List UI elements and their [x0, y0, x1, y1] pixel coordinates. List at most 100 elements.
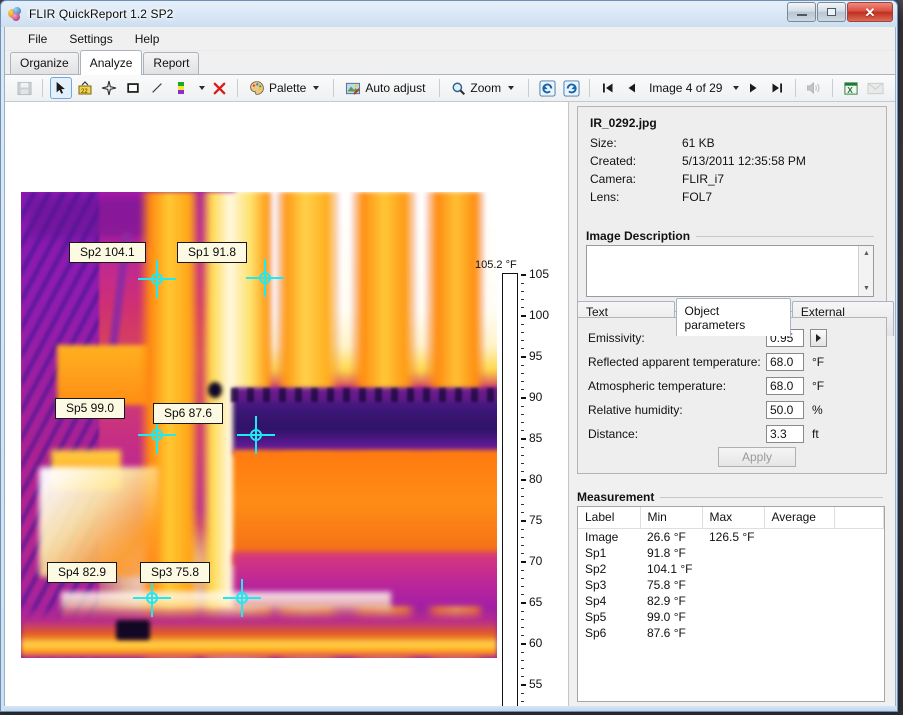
previous-image-button[interactable] — [621, 77, 643, 99]
cell-min: 91.8 °F — [640, 545, 702, 561]
zoom-button[interactable]: Zoom — [447, 77, 521, 99]
next-image-button[interactable] — [742, 77, 764, 99]
scale-tick: 65 — [529, 595, 543, 609]
email-button[interactable] — [864, 77, 886, 99]
toolbar-separator — [795, 79, 797, 97]
menu-help[interactable]: Help — [124, 29, 171, 49]
spot-marker-sp6[interactable] — [237, 416, 275, 454]
relative-humidity-input[interactable] — [766, 401, 804, 419]
excel-export-button[interactable]: X — [840, 77, 862, 99]
right-panel: IR_0292.jpg Size: 61 KB Created: 5/13/20… — [568, 102, 895, 709]
apply-button[interactable]: Apply — [718, 447, 796, 467]
cell-extra — [834, 593, 884, 609]
section-divider — [693, 236, 874, 237]
scroll-up-icon[interactable]: ▲ — [859, 246, 874, 261]
image-description-input[interactable]: ▲ ▼ — [586, 245, 874, 297]
title-bar[interactable]: FLIR QuickReport 1.2 SP2 ✕ — [1, 1, 897, 27]
spot-label-sp1[interactable]: Sp1 91.8 — [177, 242, 248, 263]
tab-object-parameters[interactable]: Object parameters — [675, 298, 791, 336]
isotherm-tool-button[interactable] — [170, 77, 192, 99]
cell-extra — [834, 545, 884, 561]
cell-min: 82.9 °F — [640, 593, 702, 609]
pointer-tool-button[interactable] — [50, 77, 72, 99]
column-header-label[interactable]: Label — [578, 507, 641, 529]
cell-label: Sp4 — [578, 593, 640, 609]
box-area-tool-button[interactable] — [122, 77, 144, 99]
toolbar: 22 Palette Auto adjust Zoom Image 4 of 2… — [5, 75, 895, 102]
column-header-extra[interactable] — [834, 507, 884, 529]
table-row[interactable]: Sp6 87.6 °F — [578, 625, 884, 641]
menu-settings[interactable]: Settings — [58, 29, 123, 49]
cell-min: 26.6 °F — [640, 528, 702, 545]
spot-marker-sp1[interactable] — [246, 259, 284, 297]
close-icon: ✕ — [864, 4, 876, 20]
save-button[interactable] — [13, 77, 35, 99]
table-row[interactable]: Image 26.6 °F 126.5 °F — [578, 528, 884, 545]
crosshair-tool-button[interactable] — [98, 77, 120, 99]
emissivity-picker-button[interactable] — [810, 329, 827, 347]
scroll-down-icon[interactable]: ▼ — [859, 281, 874, 296]
distance-input[interactable] — [766, 425, 804, 443]
main-window: FLIR QuickReport 1.2 SP2 ✕ File Settings… — [0, 0, 898, 712]
last-image-icon — [772, 83, 783, 93]
crosshair-icon — [101, 80, 117, 96]
spot-label-sp3[interactable]: Sp3 75.8 — [140, 562, 211, 583]
zoom-label: Zoom — [470, 81, 502, 95]
window-title: FLIR QuickReport 1.2 SP2 — [29, 7, 174, 21]
spot-label-sp6[interactable]: Sp6 87.6 — [153, 403, 224, 424]
email-icon — [867, 82, 884, 94]
last-image-button[interactable] — [766, 77, 788, 99]
param-label: Atmospheric temperature: — [588, 379, 727, 393]
tab-organize[interactable]: Organize — [10, 52, 79, 74]
cell-max — [702, 625, 764, 641]
cell-min: 75.8 °F — [640, 577, 702, 593]
param-unit: °F — [812, 379, 825, 393]
thermal-image[interactable]: Sp2 104.1 Sp1 91.8 Sp5 99.0 Sp6 87.6 Sp4… — [21, 192, 497, 658]
chevron-right-icon — [816, 334, 821, 342]
spot-marker-sp2[interactable] — [138, 260, 176, 298]
image-canvas[interactable]: Sp2 104.1 Sp1 91.8 Sp5 99.0 Sp6 87.6 Sp4… — [5, 102, 570, 709]
menu-file[interactable]: File — [17, 29, 58, 49]
first-image-button[interactable] — [597, 77, 619, 99]
image-counter-dropdown-button[interactable] — [728, 77, 740, 99]
table-row[interactable]: Sp2 104.1 °F — [578, 561, 884, 577]
spot-marker-sp3[interactable] — [223, 579, 261, 617]
scale-tick: 85 — [529, 431, 543, 445]
param-label: Reflected apparent temperature: — [588, 355, 761, 369]
column-header-max[interactable]: Max — [702, 507, 765, 529]
auto-adjust-button[interactable]: Auto adjust — [341, 77, 432, 99]
rotate-left-button[interactable] — [536, 77, 558, 99]
param-unit: % — [812, 403, 823, 417]
minimize-button[interactable] — [787, 2, 816, 22]
close-button[interactable]: ✕ — [847, 2, 893, 22]
table-row[interactable]: Sp5 99.0 °F — [578, 609, 884, 625]
spot-label-sp5[interactable]: Sp5 99.0 — [55, 398, 126, 419]
line-tool-button[interactable] — [146, 77, 168, 99]
chevron-down-icon — [508, 86, 515, 90]
maximize-button[interactable] — [817, 2, 846, 22]
atmospheric-temperature-input[interactable] — [766, 377, 804, 395]
measurement-table-container[interactable]: Label Min Max Average Image 26.6 °F 126.… — [577, 506, 885, 702]
reflected-temperature-input[interactable] — [766, 353, 804, 371]
table-row[interactable]: Sp3 75.8 °F — [578, 577, 884, 593]
play-voice-annotation-button[interactable] — [803, 77, 825, 99]
tab-report[interactable]: Report — [143, 52, 200, 74]
spot-label-sp2[interactable]: Sp2 104.1 — [69, 242, 146, 263]
column-header-average[interactable]: Average — [764, 507, 835, 529]
rotate-right-button[interactable] — [560, 77, 582, 99]
spot-marker-sp4[interactable] — [133, 579, 171, 617]
zoom-icon — [452, 82, 466, 95]
table-row[interactable]: Sp4 82.9 °F — [578, 593, 884, 609]
spot-label-sp4[interactable]: Sp4 82.9 — [47, 562, 118, 583]
param-label: Distance: — [588, 427, 639, 441]
tab-analyze[interactable]: Analyze — [79, 50, 143, 75]
speaker-icon — [807, 81, 820, 95]
palette-button[interactable]: Palette — [245, 77, 326, 99]
delete-button[interactable] — [208, 77, 230, 99]
palette-label: Palette — [269, 81, 307, 95]
column-header-min[interactable]: Min — [640, 507, 703, 529]
spot-meter-tool-button[interactable]: 22 — [74, 77, 96, 99]
description-scrollbar[interactable]: ▲ ▼ — [858, 246, 873, 296]
isotherm-dropdown-button[interactable] — [194, 77, 206, 99]
table-row[interactable]: Sp1 91.8 °F — [578, 545, 884, 561]
